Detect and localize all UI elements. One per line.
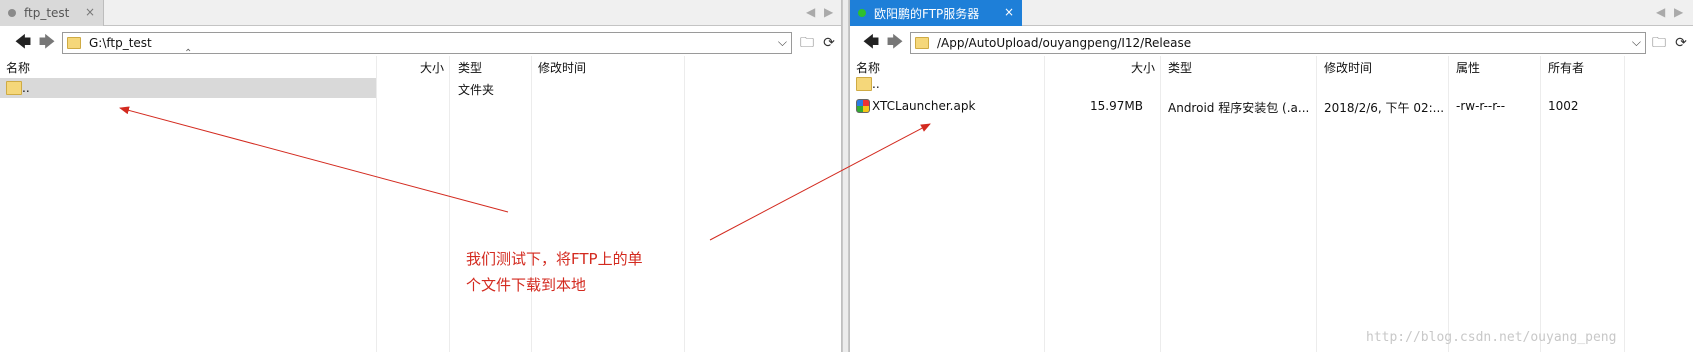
remote-path-text: /App/AutoUpload/ouyangpeng/I12/Release bbox=[937, 36, 1192, 50]
tab-scroll-right-icon[interactable]: ▶ bbox=[1674, 5, 1683, 19]
close-tab-icon[interactable]: × bbox=[85, 5, 95, 19]
local-pane: ftp_test × ◀ ▶ 🡄 🡆 G:\ftp_test ⌵ 🗀 ⟳ 名称 … bbox=[0, 0, 842, 352]
file-name: .. bbox=[22, 81, 30, 95]
remote-path-bar: 🡄 🡆 /App/AutoUpload/ouyangpeng/I12/Relea… bbox=[850, 30, 1693, 56]
file-name: .. bbox=[872, 77, 880, 91]
android-apk-icon bbox=[856, 99, 870, 113]
tab-scroll-right-icon[interactable]: ▶ bbox=[824, 5, 833, 19]
list-item[interactable]: .. bbox=[0, 78, 376, 98]
annotation-text: 我们测试下，将FTP上的单 个文件下载到本地 bbox=[466, 246, 716, 298]
local-path-input[interactable]: G:\ftp_test ⌵ bbox=[62, 32, 792, 54]
new-folder-icon[interactable]: 🗀 bbox=[798, 34, 816, 52]
file-name: XTCLauncher.apk bbox=[872, 99, 976, 113]
folder-icon bbox=[856, 77, 872, 91]
list-item[interactable]: .. bbox=[850, 74, 1693, 94]
annotation-line-2: 个文件下载到本地 bbox=[466, 276, 587, 294]
file-size: 15.97MB bbox=[1090, 99, 1143, 113]
connected-status-icon bbox=[858, 9, 866, 17]
remote-path-input[interactable]: /App/AutoUpload/ouyangpeng/I12/Release ⌵ bbox=[910, 32, 1646, 54]
tab-local-ftp-test[interactable]: ftp_test × bbox=[0, 0, 104, 26]
column-modified[interactable]: 修改时间 bbox=[538, 59, 586, 76]
tab-remote-ftp-server[interactable]: 欧阳鹏的FTP服务器 × bbox=[850, 0, 1022, 26]
file-owner: 1002 bbox=[1548, 99, 1579, 113]
new-folder-icon[interactable]: 🗀 bbox=[1650, 34, 1668, 52]
folder-icon bbox=[67, 37, 81, 49]
folder-icon bbox=[915, 37, 929, 49]
remote-pane: 欧阳鹏的FTP服务器 × ◀ ▶ 🡄 🡆 /App/AutoUpload/ouy… bbox=[849, 0, 1693, 352]
remote-column-header: 名称 大小 类型 修改时间 属性 所有者 bbox=[850, 56, 1693, 75]
local-path-text: G:\ftp_test bbox=[89, 36, 152, 50]
column-type[interactable]: 类型 bbox=[458, 59, 482, 76]
tab-scroll-left-icon[interactable]: ◀ bbox=[1656, 5, 1665, 19]
ftp-client-window: ftp_test × ◀ ▶ 🡄 🡆 G:\ftp_test ⌵ 🗀 ⟳ 名称 … bbox=[0, 0, 1693, 352]
forward-arrow-icon[interactable]: 🡆 bbox=[884, 34, 906, 52]
file-type: 文件夹 bbox=[458, 83, 495, 97]
tab-scroll-left-icon[interactable]: ◀ bbox=[806, 5, 815, 19]
folder-icon bbox=[6, 81, 22, 95]
file-modified: 2018/2/6, 下午 02:... bbox=[1324, 101, 1445, 115]
annotation-line-1: 我们测试下，将FTP上的单 bbox=[466, 250, 643, 268]
column-name[interactable]: 名称 bbox=[6, 59, 30, 76]
forward-arrow-icon[interactable]: 🡆 bbox=[36, 34, 58, 52]
refresh-icon[interactable]: ⟳ bbox=[820, 34, 838, 52]
local-path-bar: 🡄 🡆 G:\ftp_test ⌵ 🗀 ⟳ bbox=[0, 30, 841, 56]
chevron-down-icon[interactable]: ⌵ bbox=[778, 35, 787, 50]
pane-splitter[interactable] bbox=[842, 0, 849, 352]
back-arrow-icon[interactable]: 🡄 bbox=[860, 34, 882, 52]
file-perms: -rw-r--r-- bbox=[1456, 99, 1506, 113]
close-tab-icon[interactable]: × bbox=[1004, 5, 1014, 19]
local-column-header: 名称 ⌃ 大小 类型 修改时间 bbox=[0, 48, 841, 76]
file-type: Android 程序安装包 (.a... bbox=[1168, 101, 1310, 115]
watermark: http://blog.csdn.net/ouyang_peng bbox=[1366, 330, 1617, 345]
sort-arrow-icon: ⌃ bbox=[184, 48, 193, 59]
list-item[interactable]: XTCLauncher.apk 15.97MB Android 程序安装包 (.… bbox=[850, 96, 1693, 116]
tab-label: 欧阳鹏的FTP服务器 bbox=[874, 6, 980, 21]
refresh-icon[interactable]: ⟳ bbox=[1672, 34, 1690, 52]
back-arrow-icon[interactable]: 🡄 bbox=[12, 34, 34, 52]
remote-tabbar: 欧阳鹏的FTP服务器 × ◀ ▶ bbox=[850, 0, 1693, 26]
chevron-down-icon[interactable]: ⌵ bbox=[1632, 35, 1641, 50]
column-size[interactable]: 大小 bbox=[420, 59, 444, 76]
tab-status-dot-icon bbox=[8, 9, 16, 17]
tab-label: ftp_test bbox=[24, 6, 70, 20]
local-tabbar: ftp_test × ◀ ▶ bbox=[0, 0, 841, 26]
